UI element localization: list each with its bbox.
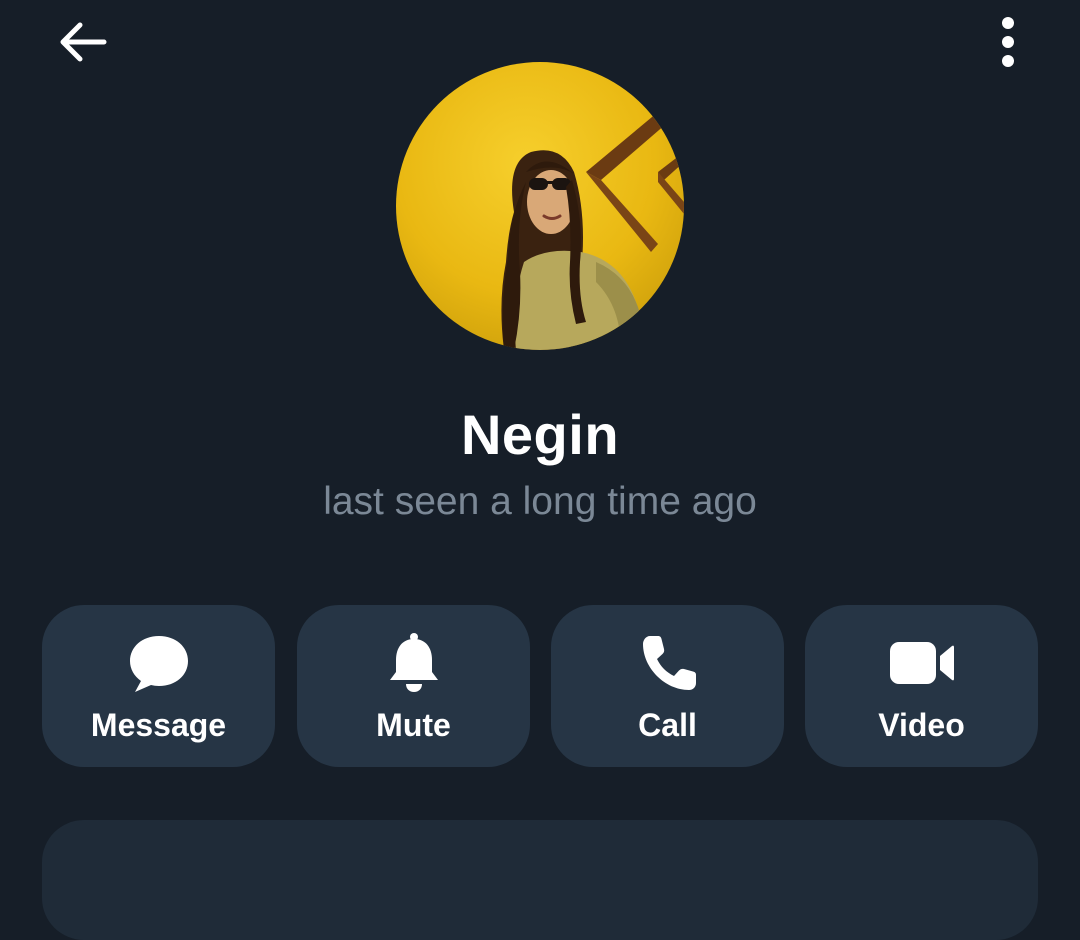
call-label: Call — [638, 707, 697, 743]
message-label: Message — [90, 707, 227, 743]
call-button[interactable]: Call — [551, 605, 784, 767]
more-vertical-icon — [1002, 17, 1014, 67]
avatar[interactable] — [396, 62, 684, 350]
avatar-photo — [396, 62, 684, 350]
more-options-button[interactable] — [978, 12, 1038, 72]
video-label: Video — [878, 707, 965, 743]
profile-name: Negin — [460, 403, 620, 466]
phone-icon — [551, 629, 784, 697]
back-button[interactable] — [46, 12, 118, 72]
mute-button[interactable]: Mute — [297, 605, 530, 767]
video-button[interactable]: Video — [805, 605, 1038, 767]
info-card — [42, 820, 1038, 940]
video-camera-icon — [805, 629, 1038, 697]
arrow-left-icon — [60, 22, 107, 62]
bell-icon — [297, 629, 530, 697]
message-button[interactable]: Message — [42, 605, 275, 767]
chat-bubble-icon — [42, 629, 275, 697]
mute-label: Mute — [376, 707, 451, 743]
last-seen-status: last seen a long time ago — [323, 480, 757, 523]
action-buttons: Message Mute Call Video — [42, 605, 1038, 767]
